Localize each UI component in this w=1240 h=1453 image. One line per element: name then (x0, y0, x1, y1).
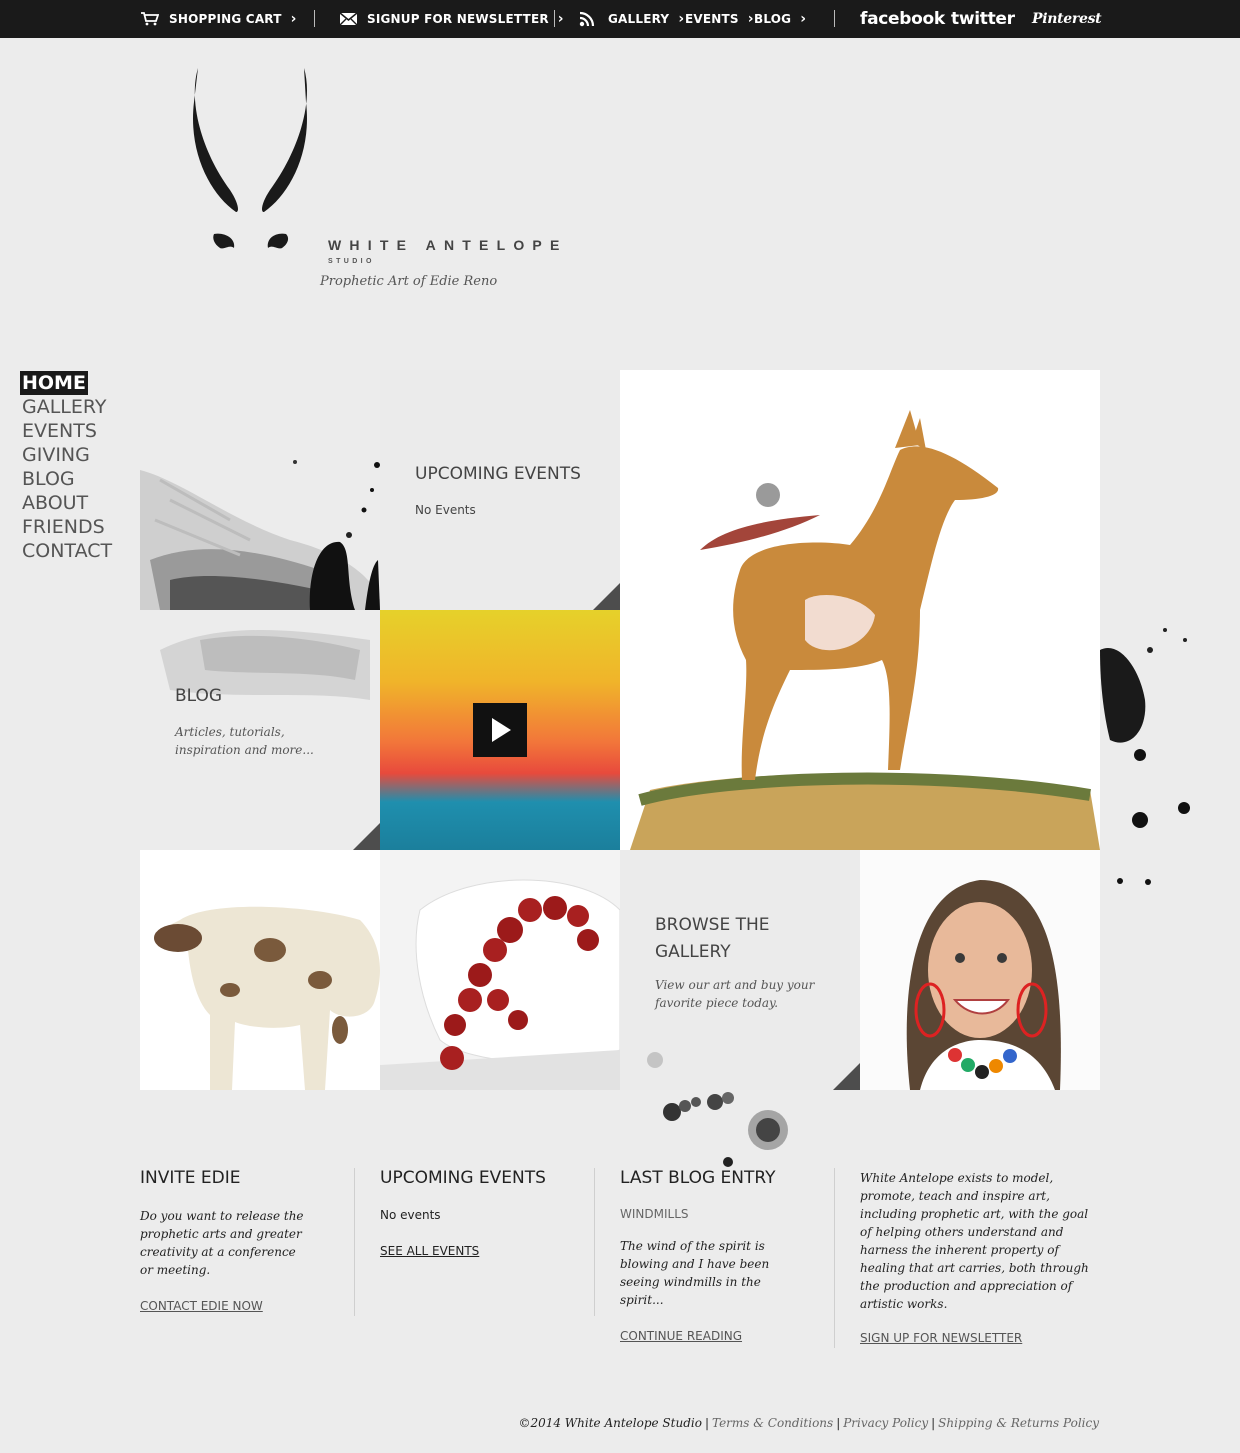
footer-divider (594, 1168, 595, 1316)
chevron-right-icon: › (747, 11, 754, 27)
privacy-link[interactable]: Privacy Policy (843, 1416, 928, 1430)
blog-label: BLOG (754, 12, 792, 26)
shipping-link[interactable]: Shipping & Returns Policy (938, 1416, 1099, 1430)
antelope-horns-logo[interactable] (180, 62, 320, 258)
ink-splatter-decoration (1100, 628, 1190, 885)
copyright-bar: ©2014 White Antelope Studio | Terms & Cond… (518, 1416, 1099, 1430)
newsletter-label: SIGNUP FOR NEWSLETTER (367, 12, 549, 26)
invite-edie-heading: INVITE EDIE (140, 1168, 241, 1188)
video-tile[interactable] (380, 610, 620, 850)
footer-events-heading: UPCOMING EVENTS (380, 1168, 546, 1188)
berries-sculpture-image[interactable] (380, 850, 620, 1090)
browse-gallery-text: View our art and buy your favorite piece… (655, 978, 815, 1010)
main-nav: HOME GALLERY EVENTS GIVING BLOG ABOUT FR… (20, 371, 112, 563)
continue-reading-link[interactable]: CONTINUE READING (620, 1329, 742, 1343)
see-all-events-link[interactable]: SEE ALL EVENTS (380, 1244, 479, 1258)
browse-gallery-heading: BROWSE THE GALLERY (655, 912, 770, 966)
shopping-cart-link[interactable]: SHOPPING CART › (141, 0, 297, 38)
nav-item-giving[interactable]: GIVING (20, 443, 112, 467)
corner-arrow-icon (593, 583, 620, 610)
nav-item-about[interactable]: ABOUT (20, 491, 112, 515)
cart-icon (141, 12, 159, 26)
last-blog-column: LAST BLOG ENTRY WINDMILLS The wind of th… (620, 1168, 820, 1345)
twitter-link[interactable]: twitter (951, 0, 1015, 38)
footer-divider (834, 1168, 835, 1348)
corner-arrow-icon (353, 823, 380, 850)
upcoming-events-text: No Events (415, 503, 476, 517)
invite-edie-text: Do you want to release the prophetic art… (140, 1209, 304, 1277)
facebook-link[interactable]: facebook (860, 0, 945, 38)
nav-item-gallery[interactable]: GALLERY (20, 395, 112, 419)
events-link[interactable]: EVENTS › (685, 0, 754, 38)
separator (834, 10, 835, 27)
brand-subtitle: STUDIO (328, 258, 375, 265)
nav-item-home[interactable]: HOME (20, 371, 88, 395)
blog-tile[interactable]: BLOG Articles, tutorials, inspiration an… (140, 610, 380, 850)
blog-heading: BLOG (175, 686, 223, 706)
play-icon (492, 718, 511, 742)
events-label: EVENTS (685, 12, 739, 26)
nav-item-events[interactable]: EVENTS (20, 419, 112, 443)
envelope-icon (340, 13, 357, 25)
terms-link[interactable]: Terms & Conditions (712, 1416, 833, 1430)
gallery-link[interactable]: GALLERY › (608, 0, 684, 38)
rss-link[interactable] (579, 0, 605, 38)
footer-divider (354, 1168, 355, 1316)
lamb-sculpture-image[interactable] (140, 850, 380, 1090)
top-bar: SHOPPING CART › SIGNUP FOR NEWSLETTER › … (0, 0, 1240, 38)
brand-name: WHITE ANTELOPE (328, 237, 568, 253)
artist-portrait-image[interactable] (860, 850, 1100, 1090)
pinterest-link[interactable]: Pinterest (1032, 0, 1102, 38)
about-column: White Antelope exists to model, promote,… (860, 1169, 1100, 1347)
upcoming-events-column: UPCOMING EVENTS No events SEE ALL EVENTS (380, 1168, 580, 1260)
upcoming-events-heading: UPCOMING EVENTS (415, 464, 581, 484)
nav-item-blog[interactable]: BLOG (20, 467, 112, 491)
brand-tagline: Prophetic Art of Edie Reno (320, 274, 498, 289)
antelope-sculpture-image[interactable] (620, 370, 1100, 850)
newsletter-link[interactable]: SIGNUP FOR NEWSLETTER › (340, 0, 564, 38)
rss-icon (579, 11, 595, 27)
blog-description: Articles, tutorials, inspiration and mor… (175, 725, 314, 757)
nav-item-friends[interactable]: FRIENDS (20, 515, 112, 539)
gallery-label: GALLERY (608, 12, 670, 26)
footer-events-text: No events (380, 1208, 441, 1222)
separator (314, 10, 315, 27)
blog-post-title[interactable]: WINDMILLS (620, 1207, 820, 1221)
contact-edie-link[interactable]: CONTACT EDIE NOW (140, 1299, 263, 1313)
chevron-right-icon: › (800, 11, 807, 27)
copyright-text: ©2014 White Antelope Studio (518, 1416, 702, 1430)
nav-item-contact[interactable]: CONTACT (20, 539, 112, 563)
browse-gallery-heading-line2: GALLERY (655, 942, 731, 962)
ink-splash-artwork (140, 370, 380, 610)
play-button[interactable] (473, 703, 527, 757)
chevron-right-icon: › (678, 11, 685, 27)
ink-blot-decoration (647, 1052, 788, 1167)
upcoming-events-tile[interactable]: UPCOMING EVENTS No Events (380, 370, 620, 610)
invite-edie-column: INVITE EDIE Do you want to release the p… (140, 1168, 320, 1315)
separator (554, 10, 555, 27)
about-text: White Antelope exists to model, promote,… (860, 1171, 1089, 1311)
browse-gallery-heading-line1: BROWSE THE (655, 915, 770, 935)
blog-excerpt: The wind of the spirit is blowing and I … (620, 1239, 770, 1307)
chevron-right-icon: › (557, 11, 564, 27)
shopping-cart-label: SHOPPING CART (169, 12, 282, 26)
corner-arrow-icon (833, 1063, 860, 1090)
last-blog-heading: LAST BLOG ENTRY (620, 1168, 776, 1188)
blog-link[interactable]: BLOG › (754, 0, 806, 38)
chevron-right-icon: › (290, 11, 297, 27)
newsletter-signup-link[interactable]: SIGN UP FOR NEWSLETTER (860, 1331, 1022, 1345)
